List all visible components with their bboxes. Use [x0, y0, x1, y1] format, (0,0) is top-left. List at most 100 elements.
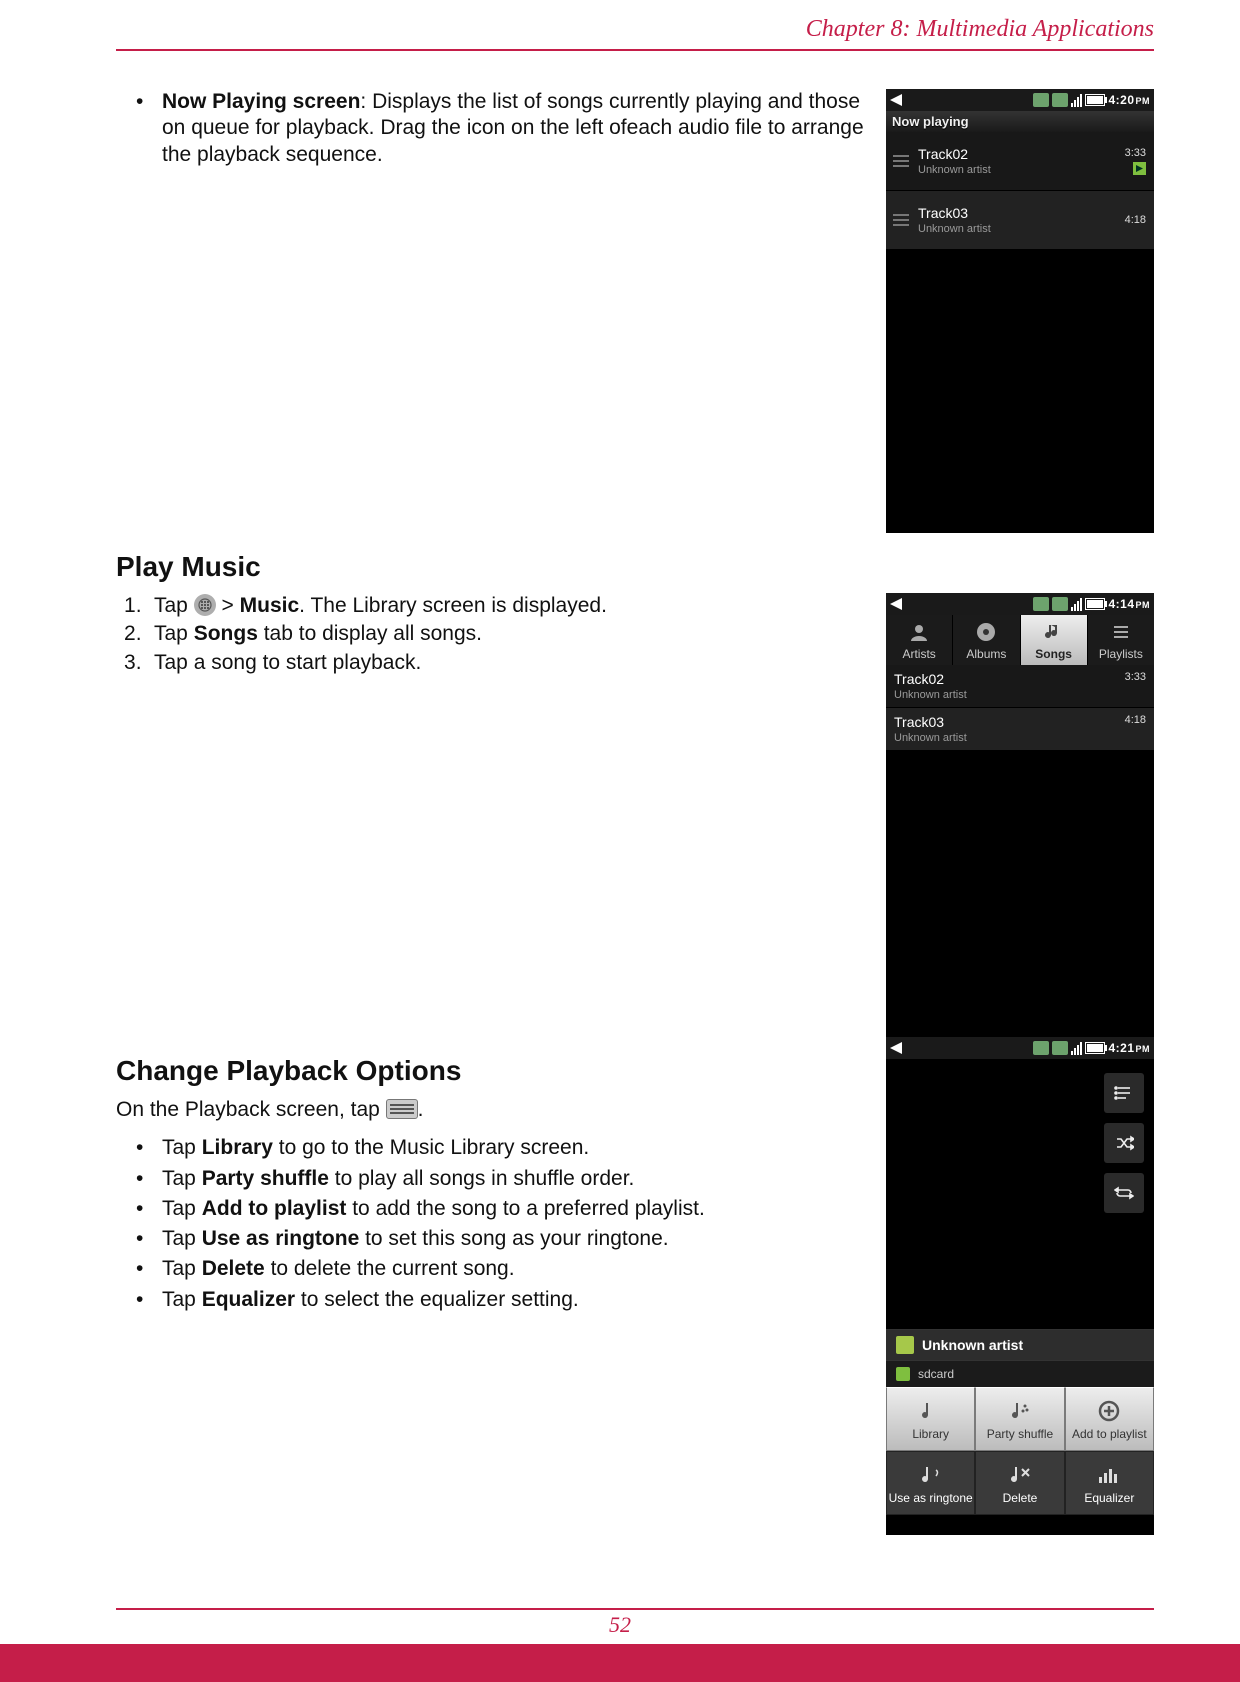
menu-icon [1096, 1398, 1122, 1424]
status-bar: 4:21PM [886, 1037, 1154, 1059]
status-back-icon [890, 94, 902, 106]
track-name: Track03 [918, 205, 1125, 221]
tab-icon [1088, 619, 1154, 645]
screenshot-now-playing: 4:20PM Now playing Track02Unknown artist… [886, 89, 1154, 533]
track-duration: 4:18 [1125, 214, 1146, 226]
status-net-icon [1052, 597, 1068, 611]
status-net-icon [1033, 93, 1049, 107]
status-clock: 4:14PM [1108, 597, 1150, 611]
intro-text: On the Playback screen, tap . [116, 1097, 872, 1123]
artist-row[interactable]: Unknown artist [886, 1329, 1154, 1360]
status-back-icon [890, 1042, 902, 1054]
status-signal-icon [1071, 597, 1082, 611]
status-battery-icon [1085, 598, 1105, 610]
status-back-icon [890, 598, 902, 610]
status-net-icon [1052, 93, 1068, 107]
drag-handle-icon[interactable] [890, 214, 912, 226]
tab-playlists[interactable]: Playlists [1088, 615, 1154, 665]
menu-icon [1096, 1462, 1122, 1488]
playlist-icon-button[interactable] [1104, 1073, 1144, 1113]
menu-label: Party shuffle [987, 1427, 1053, 1441]
sdcard-row[interactable]: sdcard [886, 1360, 1154, 1387]
screenshot-playback-options: 4:21PM [886, 1037, 1154, 1535]
tab-songs[interactable]: Songs [1021, 615, 1088, 665]
tab-label: Albums [953, 647, 1019, 661]
tab-icon [1021, 619, 1087, 645]
bullet-lead: Now Playing screen [162, 90, 360, 113]
chapter-header: Chapter 8: Multimedia Applications [116, 16, 1154, 51]
options-menu-row-1: Library Party shuffle Add to playlist [886, 1387, 1154, 1451]
status-clock: 4:21PM [1108, 1041, 1150, 1055]
menu-library[interactable]: Library [886, 1387, 975, 1451]
now-playing-title: Now playing [886, 111, 1154, 132]
drag-handle-icon[interactable] [890, 155, 912, 167]
footer-bar [0, 1644, 1240, 1682]
status-signal-icon [1071, 1041, 1082, 1055]
status-net-icon [1052, 1041, 1068, 1055]
song-row[interactable]: Track03Unknown artist4:18 [886, 708, 1154, 751]
menu-icon [1007, 1462, 1033, 1488]
option-bullet: Tap Party shuffle to play all songs in s… [136, 1166, 872, 1192]
track-artist: Unknown artist [918, 223, 1125, 235]
app-launcher-icon [194, 594, 216, 616]
menu-icon [918, 1398, 944, 1424]
menu-label: Use as ringtone [889, 1491, 973, 1505]
repeat-icon-button[interactable] [1104, 1173, 1144, 1213]
song-duration: 3:33 [1125, 671, 1146, 683]
now-playing-row[interactable]: Track02Unknown artist3:33 [886, 132, 1154, 191]
sdcard-label: sdcard [918, 1367, 954, 1381]
option-bullet: Tap Library to go to the Music Library s… [136, 1135, 872, 1161]
playing-indicator-icon [1133, 162, 1146, 175]
song-duration: 4:18 [1125, 714, 1146, 726]
options-menu-row-2: Use as ringtone Delete Equalizer [886, 1451, 1154, 1515]
status-signal-icon [1071, 93, 1082, 107]
menu-icon [386, 1099, 418, 1119]
menu-label: Equalizer [1084, 1491, 1134, 1505]
now-playing-row[interactable]: Track03 Unknown artist4:18 [886, 191, 1154, 250]
menu-equalizer[interactable]: Equalizer [1065, 1451, 1154, 1515]
menu-use-as-ringtone[interactable]: Use as ringtone [886, 1451, 975, 1515]
tab-icon [953, 619, 1019, 645]
artist-label: Unknown artist [922, 1337, 1023, 1353]
tab-label: Playlists [1088, 647, 1154, 661]
song-row[interactable]: Track02 Unknown artist3:33 [886, 665, 1154, 708]
menu-add-to-playlist[interactable]: Add to playlist [1065, 1387, 1154, 1451]
step-1: Tap > Music. The Library screen is displ… [124, 593, 872, 619]
option-bullet: Tap Delete to delete the current song. [136, 1256, 872, 1282]
menu-label: Delete [1003, 1491, 1038, 1505]
status-clock: 4:20PM [1108, 93, 1150, 107]
status-bar: 4:14PM [886, 593, 1154, 615]
shuffle-icon-button[interactable] [1104, 1123, 1144, 1163]
track-artist: Unknown artist [918, 164, 1125, 176]
status-battery-icon [1085, 1042, 1105, 1054]
tab-icon [886, 619, 952, 645]
menu-icon [1007, 1398, 1033, 1424]
status-bar: 4:20PM [886, 89, 1154, 111]
now-playing-bullet: Now Playing screen: Displays the list of… [136, 89, 872, 168]
song-artist: Unknown artist [894, 689, 1125, 701]
option-bullet: Tap Add to playlist to add the song to a… [136, 1196, 872, 1222]
song-name: Track03 [894, 714, 1125, 730]
option-bullet: Tap Use as ringtone to set this song as … [136, 1226, 872, 1252]
menu-delete[interactable]: Delete [975, 1451, 1064, 1515]
heading-change-playback-options: Change Playback Options [116, 1055, 872, 1087]
track-duration: 3:33 [1125, 147, 1146, 159]
library-tab-bar: ArtistsAlbumsSongsPlaylists [886, 615, 1154, 665]
step-2: Tap Songs tab to display all songs. [124, 621, 872, 647]
menu-label: Add to playlist [1072, 1427, 1147, 1441]
tab-label: Artists [886, 647, 952, 661]
tab-artists[interactable]: Artists [886, 615, 953, 665]
tab-albums[interactable]: Albums [953, 615, 1020, 665]
footer-rule [116, 1608, 1154, 1610]
heading-play-music: Play Music [116, 551, 1154, 583]
option-bullet: Tap Equalizer to select the equalizer se… [136, 1287, 872, 1313]
album-art-area [886, 1059, 1154, 1329]
status-battery-icon [1085, 94, 1105, 106]
status-net-icon [1033, 1041, 1049, 1055]
chapter-label: Chapter 8: Multimedia Applications [806, 16, 1154, 42]
menu-party-shuffle[interactable]: Party shuffle [975, 1387, 1064, 1451]
menu-icon [918, 1462, 944, 1488]
song-name: Track02 [894, 671, 1125, 687]
menu-label: Library [912, 1427, 949, 1441]
screenshot-songs-library: 4:14PM ArtistsAlbumsSongsPlaylists Track… [886, 593, 1154, 1037]
